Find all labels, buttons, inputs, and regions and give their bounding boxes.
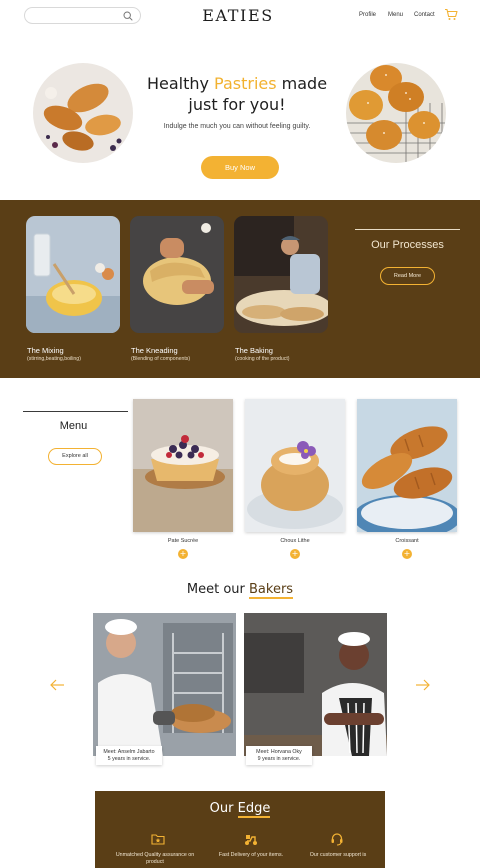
arrow-left-icon[interactable] (49, 678, 65, 692)
process-title-mixing: The Mixing (27, 346, 64, 355)
read-more-button[interactable]: Read More (380, 267, 435, 285)
bakers-title-accent: Bakers (249, 582, 294, 599)
process-image-kneading (130, 216, 224, 333)
process-title-kneading: The Kneading (131, 346, 178, 355)
baker-caption-horvana: Meet: Horvana Oky 9 years in service. (246, 746, 312, 765)
hero-subtitle: Indulge the much you can without feeling… (163, 123, 311, 130)
process-image-mixing (26, 216, 120, 333)
cart-icon[interactable] (444, 8, 458, 21)
hero-title-accent: Pastries (214, 74, 277, 93)
explore-all-button[interactable]: Explore all (48, 448, 102, 465)
process-title-baking: The Baking (235, 346, 273, 355)
add-pate-sucree-button[interactable]: + (178, 549, 188, 559)
menu-divider (23, 411, 128, 412)
scooter-icon (245, 835, 257, 845)
hero-title: Healthy Pastries made just for you! (140, 73, 334, 115)
search-icon[interactable] (123, 11, 133, 21)
hero-image-croissants (33, 63, 133, 163)
menu-name-choux-lithe: Choux Lithe (280, 538, 310, 544)
edge-text-delivery: Fast Delivery of your items. (218, 852, 284, 858)
baker-caption-anselm: Meet: Anselm Jabarto 5 years in service. (96, 746, 162, 765)
brand-logo[interactable]: EATIES (200, 6, 276, 25)
menu-name-croissant: Croissant (395, 538, 419, 544)
nav-contact[interactable]: Contact (414, 12, 435, 18)
baker-name-anselm: Meet: Anselm Jabarto (103, 749, 155, 755)
edge-title-part1: Our (209, 801, 238, 816)
menu-card-choux-lithe[interactable] (245, 399, 345, 532)
processes-heading: Our Processes (355, 229, 460, 251)
process-sub-baking: (cooking of the product) (235, 356, 290, 362)
menu-card-pate-sucree[interactable] (133, 399, 233, 532)
baker-photo-anselm (93, 613, 236, 756)
add-choux-lithe-button[interactable]: + (290, 549, 300, 559)
edge-title-accent: Edge (237, 801, 271, 818)
menu-card-croissant[interactable] (357, 399, 457, 532)
bakers-title: Meet our Bakers (150, 582, 330, 599)
process-image-baking (234, 216, 328, 333)
hero-title-part1: Healthy (146, 74, 215, 93)
buy-now-button[interactable]: Buy Now (201, 156, 279, 179)
baker-photo-horvana (244, 613, 387, 756)
bakers-title-part1: Meet our (186, 582, 250, 597)
search-bar[interactable] (24, 7, 141, 29)
edge-title: Our Edge (95, 801, 385, 818)
nav-menu[interactable]: Menu (388, 12, 403, 18)
arrow-right-icon[interactable] (415, 678, 431, 692)
menu-title: Menu (59, 420, 88, 432)
search-input[interactable] (33, 13, 125, 29)
folder-icon (151, 834, 165, 845)
process-sub-mixing: (stirring,beating,boiling) (27, 356, 81, 362)
edge-text-support: Our customer support is (309, 852, 367, 858)
baker-years-horvana: 9 years in service. (257, 755, 301, 762)
add-croissant-button[interactable]: + (402, 549, 412, 559)
hero-image-buns (346, 63, 446, 163)
nav-profile[interactable]: Profile (359, 12, 376, 18)
edge-text-quality: Unmatched Quality assurance on product (115, 852, 195, 865)
headset-icon (331, 833, 343, 846)
baker-years-anselm: 5 years in service. (107, 755, 151, 762)
process-sub-kneading: (Blending of components) (131, 356, 191, 362)
menu-name-pate-sucree: Pate Sucrée (167, 538, 199, 544)
